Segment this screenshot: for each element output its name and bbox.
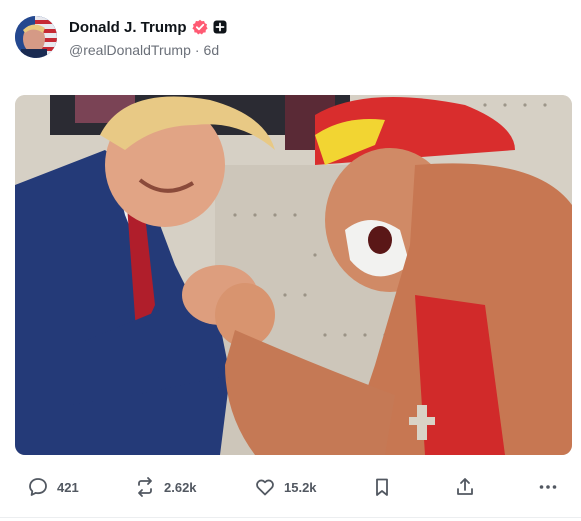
display-name-row: Donald J. Trump (69, 17, 227, 37)
repost-icon (134, 476, 156, 498)
bookmark-icon (371, 476, 393, 498)
separator: · (194, 42, 200, 58)
avatar[interactable] (15, 16, 57, 58)
repost-count: 2.62k (164, 479, 197, 495)
reply-icon (27, 476, 49, 498)
like-button[interactable]: 15.2k (254, 472, 317, 502)
more-icon (537, 476, 559, 498)
reply-count: 421 (57, 479, 79, 495)
post-photo[interactable] (15, 95, 572, 455)
repost-button[interactable]: 2.62k (134, 472, 197, 502)
verified-badge-icon (191, 19, 208, 35)
subscriber-plus-icon (213, 20, 227, 34)
handle[interactable]: @realDonaldTrump (69, 42, 191, 58)
like-count: 15.2k (284, 479, 317, 495)
like-icon (254, 476, 276, 498)
bookmark-button[interactable] (371, 472, 393, 502)
share-button[interactable] (454, 472, 476, 502)
display-name[interactable]: Donald J. Trump (69, 19, 187, 36)
post-card: Donald J. Trump @realDonaldTrump · 6d 42… (0, 0, 581, 521)
handle-row: @realDonaldTrump · 6d (69, 42, 219, 58)
more-options-button[interactable] (537, 472, 559, 502)
divider (0, 517, 581, 518)
timestamp[interactable]: 6d (204, 42, 220, 58)
share-icon (454, 476, 476, 498)
action-bar: 421 2.62k 15.2k (0, 472, 581, 502)
reply-button[interactable]: 421 (27, 472, 79, 502)
